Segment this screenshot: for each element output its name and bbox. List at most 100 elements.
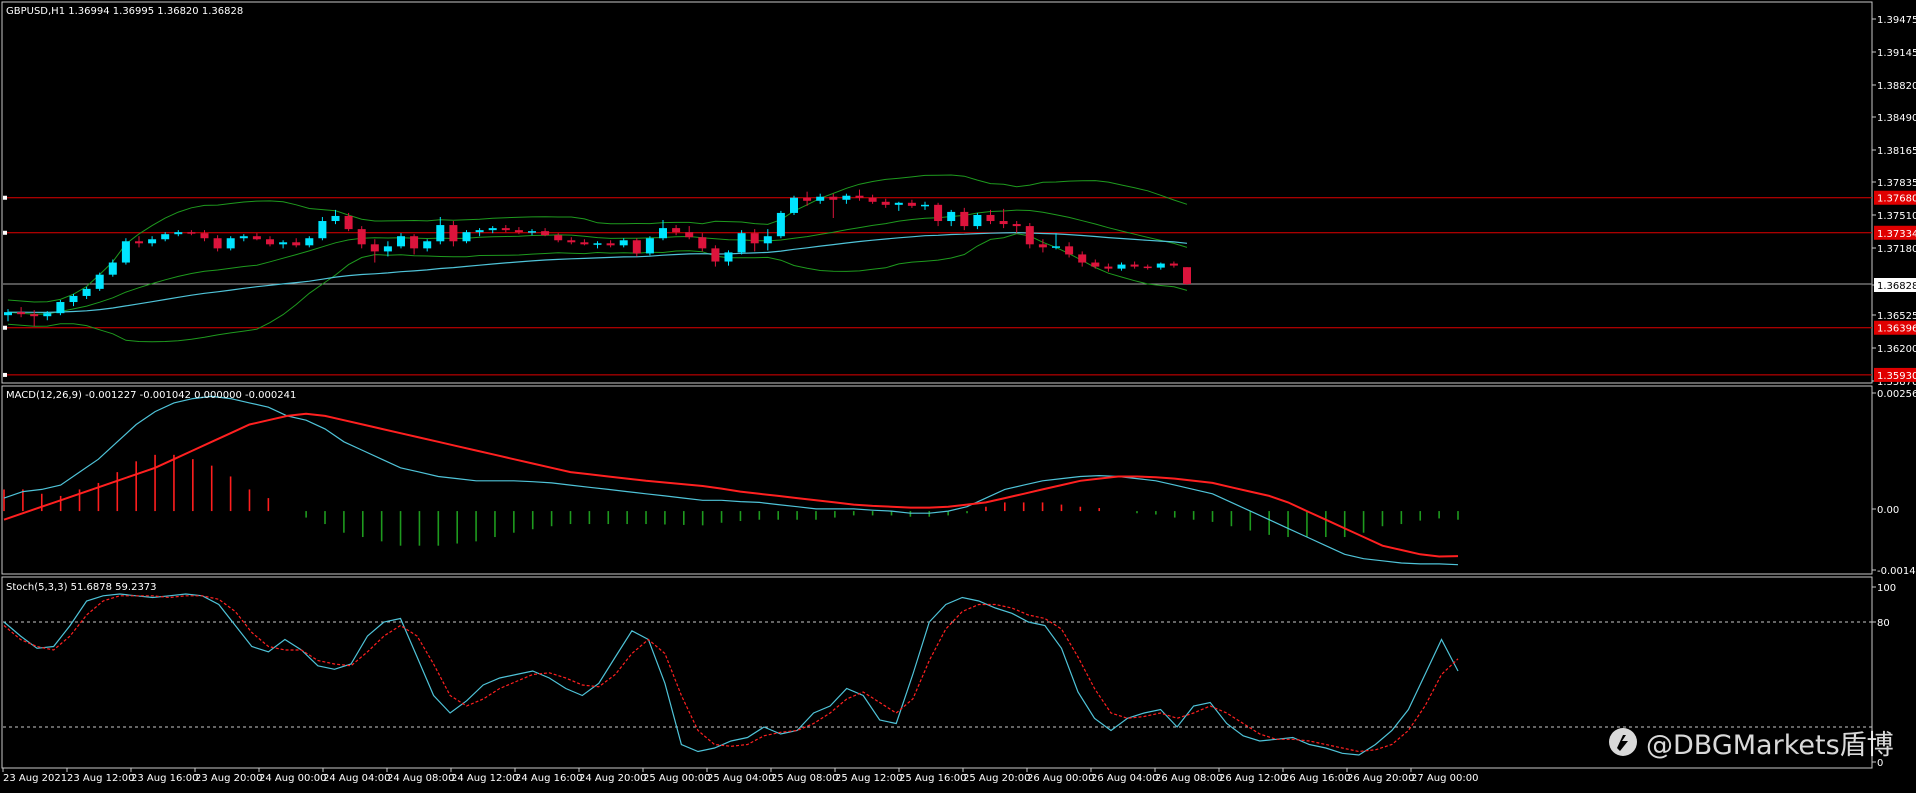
- candle-body: [606, 243, 615, 246]
- candle-body: [645, 238, 654, 254]
- candle-body: [619, 240, 628, 246]
- candle-body: [135, 241, 143, 244]
- candle-body: [1038, 244, 1047, 248]
- candle-body: [973, 214, 982, 227]
- time-axis-label: 24 Aug 16:00: [515, 773, 582, 784]
- candle-body: [907, 202, 916, 206]
- candle-body: [488, 228, 497, 231]
- price-panel-label: GBPUSD,H1 1.36994 1.36995 1.36820 1.3682…: [6, 6, 243, 17]
- candle-body: [95, 274, 104, 289]
- candle-body: [737, 233, 746, 253]
- time-axis-label: 23 Aug 2021: [3, 773, 67, 784]
- candle-body: [999, 221, 1008, 225]
- time-axis-label: 26 Aug 16:00: [1283, 773, 1350, 784]
- candle-body: [1012, 224, 1021, 227]
- stoch-tick-label: 100: [1877, 583, 1896, 594]
- level-price-label: 1.37334: [1877, 229, 1916, 240]
- candle-body: [266, 239, 274, 245]
- candle-body: [213, 238, 222, 249]
- level-price-label: 1.37680: [1877, 194, 1916, 205]
- time-axis-label: 26 Aug 00:00: [1027, 773, 1094, 784]
- candle-body: [541, 231, 550, 236]
- candle-body: [252, 236, 261, 240]
- candle-body: [1183, 267, 1191, 285]
- time-axis-label: 25 Aug 08:00: [771, 773, 838, 784]
- candle-body: [292, 242, 301, 246]
- time-axis-label: 26 Aug 12:00: [1219, 773, 1286, 784]
- candle-body: [200, 233, 209, 239]
- time-axis-label: 24 Aug 08:00: [387, 773, 454, 784]
- candle-body: [960, 211, 969, 227]
- candle-body: [790, 197, 798, 213]
- candle-body: [383, 246, 392, 252]
- candle-body: [1104, 266, 1113, 269]
- time-axis-label: 27 Aug 00:00: [1411, 773, 1478, 784]
- candle-body: [724, 252, 733, 262]
- candle-body: [829, 196, 838, 200]
- candle-body: [318, 221, 327, 239]
- candle-body: [423, 241, 432, 249]
- time-axis-label: 25 Aug 00:00: [643, 773, 710, 784]
- candle-body: [855, 195, 864, 198]
- candle-body: [43, 313, 52, 317]
- candle-body: [986, 214, 995, 222]
- candle-body: [370, 244, 379, 252]
- price-tick-label: 1.39475: [1877, 15, 1916, 26]
- candle-body: [226, 238, 235, 249]
- candle-body: [580, 242, 589, 245]
- candle-body: [816, 196, 825, 201]
- level-line-handle: [3, 372, 7, 377]
- price-tick-label: 1.38165: [1877, 146, 1916, 157]
- macd-panel-label: MACD(12,26,9) -0.001227 -0.001042 0.0000…: [6, 390, 296, 401]
- candle-body: [514, 230, 523, 233]
- candle-body: [1052, 246, 1060, 248]
- time-axis-label: 24 Aug 04:00: [323, 773, 390, 784]
- candle-body: [567, 240, 576, 243]
- time-axis-label: 25 Aug 12:00: [835, 773, 902, 784]
- candle-body: [1065, 246, 1074, 255]
- time-axis-label: 23 Aug 12:00: [67, 773, 134, 784]
- candle-body: [934, 204, 943, 222]
- candle-body: [921, 204, 929, 207]
- candle-body: [161, 234, 170, 240]
- time-axis-label: 26 Aug 20:00: [1347, 773, 1414, 784]
- price-tick-label: 1.38490: [1877, 113, 1916, 124]
- time-axis-label: 24 Aug 00:00: [259, 773, 326, 784]
- candle-body: [947, 211, 956, 222]
- candle-body: [1143, 266, 1152, 269]
- level-price-label: 1.36396: [1877, 324, 1916, 335]
- candle-body: [1091, 262, 1100, 267]
- candle-body: [56, 302, 65, 314]
- candle-body: [17, 312, 26, 315]
- candle-body: [750, 233, 759, 244]
- candle-body: [331, 215, 340, 222]
- candle-body: [672, 228, 681, 233]
- candle-body: [108, 262, 117, 275]
- candle-body: [462, 232, 471, 242]
- price-tick-label: 1.38820: [1877, 81, 1916, 92]
- candle-body: [528, 231, 536, 233]
- candle-body: [1156, 263, 1165, 268]
- candle-body: [868, 197, 877, 202]
- candle-body: [279, 242, 288, 245]
- candle-body: [1130, 264, 1139, 267]
- candle-body: [82, 288, 91, 296]
- metatrader-chart-window[interactable]: 1.39475 1.39145 1.38820 1.38490 1.38165 1.378…: [0, 0, 1916, 789]
- candle-body: [397, 236, 405, 247]
- candle-body: [554, 235, 563, 241]
- time-axis-label: 25 Aug 16:00: [899, 773, 966, 784]
- current-price-label: 1.36828: [1877, 281, 1916, 292]
- candle-body: [449, 225, 458, 242]
- time-axis-label: 24 Aug 12:00: [451, 773, 518, 784]
- candle-body: [239, 236, 248, 239]
- chart-canvas[interactable]: 1.39475 1.39145 1.38820 1.38490 1.38165 1.378…: [0, 0, 1916, 789]
- time-axis-label: 26 Aug 08:00: [1155, 773, 1222, 784]
- candle-body: [632, 240, 641, 254]
- level-line-handle: [3, 325, 7, 330]
- candle-body: [30, 314, 39, 317]
- candle-body: [475, 230, 484, 233]
- candle-body: [711, 248, 720, 262]
- macd-tick-label: -0.001408: [1877, 566, 1916, 577]
- candle-body: [357, 229, 366, 245]
- watermark-text: @DBGMarkets盾博: [1646, 729, 1894, 761]
